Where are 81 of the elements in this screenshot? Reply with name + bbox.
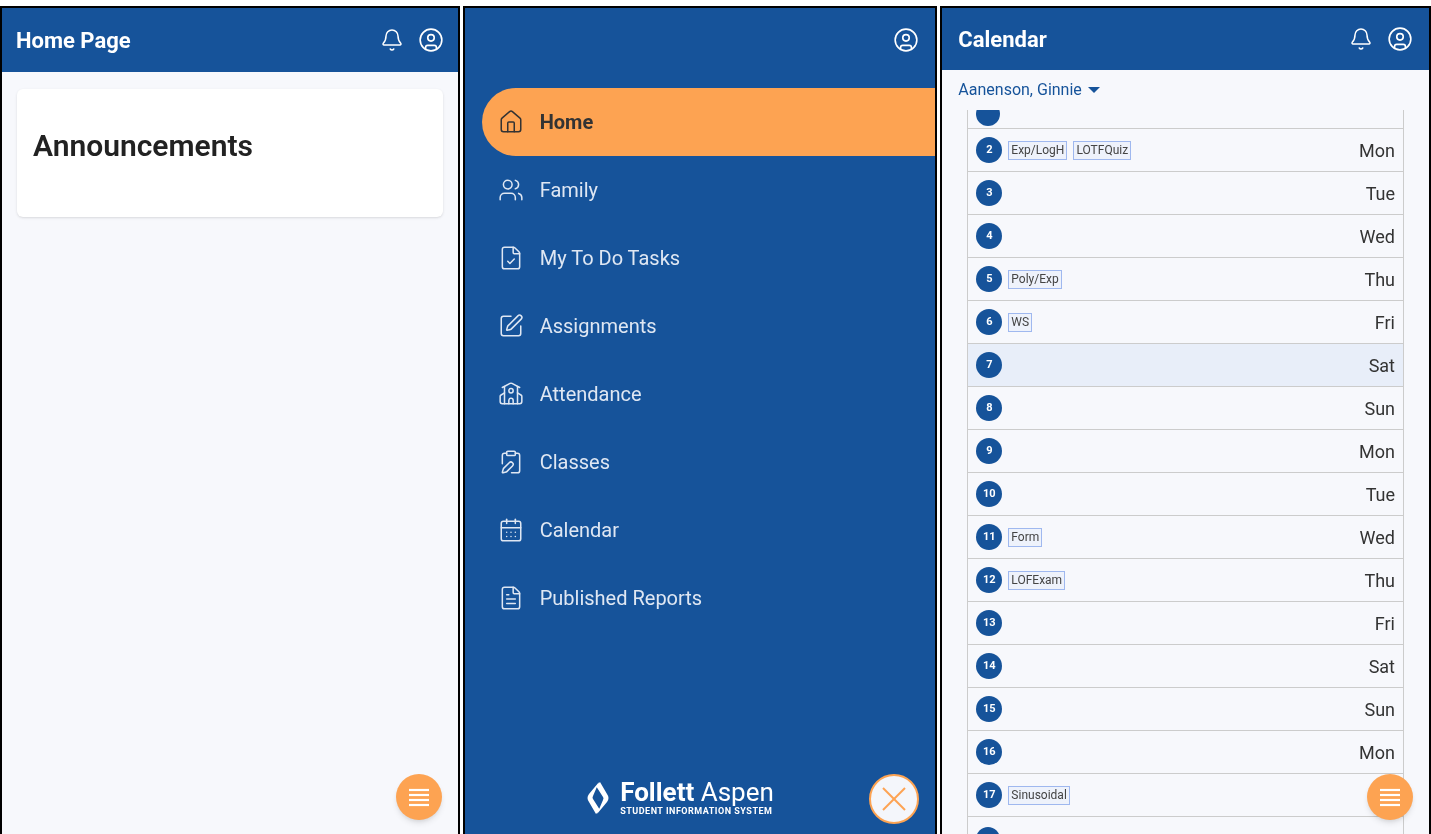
weekday-label: Sun	[1364, 396, 1395, 421]
day-number: 15	[976, 696, 1003, 722]
calendar-row[interactable]: 2 Exp/LogH LOTFQuiz Mon	[968, 129, 1403, 172]
user-profile-icon[interactable]	[417, 27, 444, 53]
calendar-icon	[497, 517, 524, 543]
student-dropdown[interactable]: Aanenson, Ginnie	[942, 70, 1429, 110]
edit-icon	[497, 313, 524, 339]
nav-menu-item[interactable]: Classes	[481, 428, 936, 496]
weekday-label: Sat	[1368, 353, 1395, 378]
day-number: 2	[976, 137, 1003, 163]
calendar-row[interactable]: 14 Sat	[968, 645, 1403, 688]
day-number: 5	[976, 266, 1003, 292]
weekday-label: Fri	[1374, 611, 1395, 636]
people-icon	[497, 177, 524, 203]
calendar-row[interactable]: 9 Mon	[968, 430, 1403, 473]
nav-menu-item[interactable]: Assignments	[481, 292, 936, 360]
card-title: Announcements	[33, 127, 254, 165]
calendar-row[interactable]: 5 Poly/Exp Thu	[968, 258, 1403, 301]
weekday-label: Fri	[1374, 310, 1395, 335]
close-button[interactable]	[869, 774, 920, 824]
weekday-label: Tue	[1365, 482, 1395, 507]
weekday-label: Thu	[1364, 267, 1395, 292]
event-tag[interactable]: Sinusoidal	[1008, 785, 1070, 805]
nav-menu-item[interactable]: Family	[481, 156, 936, 224]
user-profile-icon[interactable]	[1387, 26, 1413, 52]
building-icon	[497, 381, 524, 407]
weekday-label: Sun	[1364, 697, 1395, 722]
event-tag[interactable]: Poly/Exp	[1008, 269, 1062, 289]
weekday-label: Mon	[1359, 439, 1395, 464]
day-number: 8	[976, 395, 1003, 421]
page-title: Calendar	[958, 25, 1048, 54]
day-number: 16	[976, 739, 1003, 765]
follett-logo-icon	[586, 780, 611, 815]
calendar-row[interactable]: 13 Fri	[968, 602, 1403, 645]
event-tag[interactable]: Form	[1008, 527, 1043, 547]
logo-tagline: STUDENT INFORMATION SYSTEM	[620, 807, 774, 816]
calendar-row[interactable]: 4 Wed	[968, 215, 1403, 258]
home-icon	[497, 109, 524, 135]
calendar-row[interactable]: 11 Form Wed	[968, 516, 1403, 559]
weekday-label: Wed	[1359, 525, 1395, 550]
calendar-row[interactable]: 3 Tue	[968, 172, 1403, 215]
day-number: 10	[976, 481, 1003, 507]
caret-icon	[1087, 86, 1100, 94]
day-number: 14	[976, 653, 1003, 679]
event-tag[interactable]: Exp/LogH	[1008, 140, 1068, 160]
calendar-row[interactable]: 16 Mon	[968, 731, 1403, 774]
page-title: Home Page	[16, 26, 132, 55]
nav-menu-item[interactable]: Calendar	[481, 496, 936, 564]
menu-icon	[407, 787, 430, 807]
day-number: 12	[976, 567, 1003, 593]
notification-bell-icon[interactable]	[1349, 27, 1373, 51]
day-number: 3	[976, 180, 1003, 206]
day-number: 17	[976, 782, 1003, 808]
notification-bell-icon[interactable]	[379, 28, 404, 52]
weekday-label: Thu	[1364, 568, 1395, 593]
day-number: 13	[976, 610, 1003, 636]
weekday-label: Wed	[1359, 224, 1395, 249]
day-number: 7	[976, 352, 1003, 378]
calendar-row[interactable]: 7 Sat	[968, 344, 1403, 387]
day-number: 9	[976, 438, 1003, 464]
calendar-row[interactable]: 15 Sun	[968, 688, 1403, 731]
nav-menu-item[interactable]: Published Reports	[481, 564, 936, 632]
nav-menu-item[interactable]: Home	[481, 88, 936, 156]
day-number: 4	[976, 223, 1003, 249]
weekday-label: Mon	[1359, 138, 1395, 163]
close-icon	[881, 786, 908, 812]
nav-menu-item[interactable]: My To Do Tasks	[481, 224, 936, 292]
day-number: 6	[976, 309, 1003, 335]
day-number: 11	[976, 524, 1003, 550]
weekday-label: Tue	[1365, 181, 1395, 206]
nav-menu-item[interactable]: Attendance	[481, 360, 936, 428]
calendar-row[interactable]: 12 LOFExam Thu	[968, 559, 1403, 602]
calendar-row[interactable]: 10 Tue	[968, 473, 1403, 516]
event-tag[interactable]: LOTFQuiz	[1073, 140, 1132, 160]
user-profile-icon[interactable]	[893, 27, 920, 53]
event-tag[interactable]: LOFExam	[1008, 570, 1066, 590]
calendar-row[interactable]: 8 Sun	[968, 387, 1403, 430]
weekday-label: Mon	[1359, 740, 1395, 765]
weekday-label: Sat	[1368, 654, 1395, 679]
event-tag[interactable]: WS	[1008, 312, 1033, 332]
menu-icon	[1379, 787, 1401, 807]
